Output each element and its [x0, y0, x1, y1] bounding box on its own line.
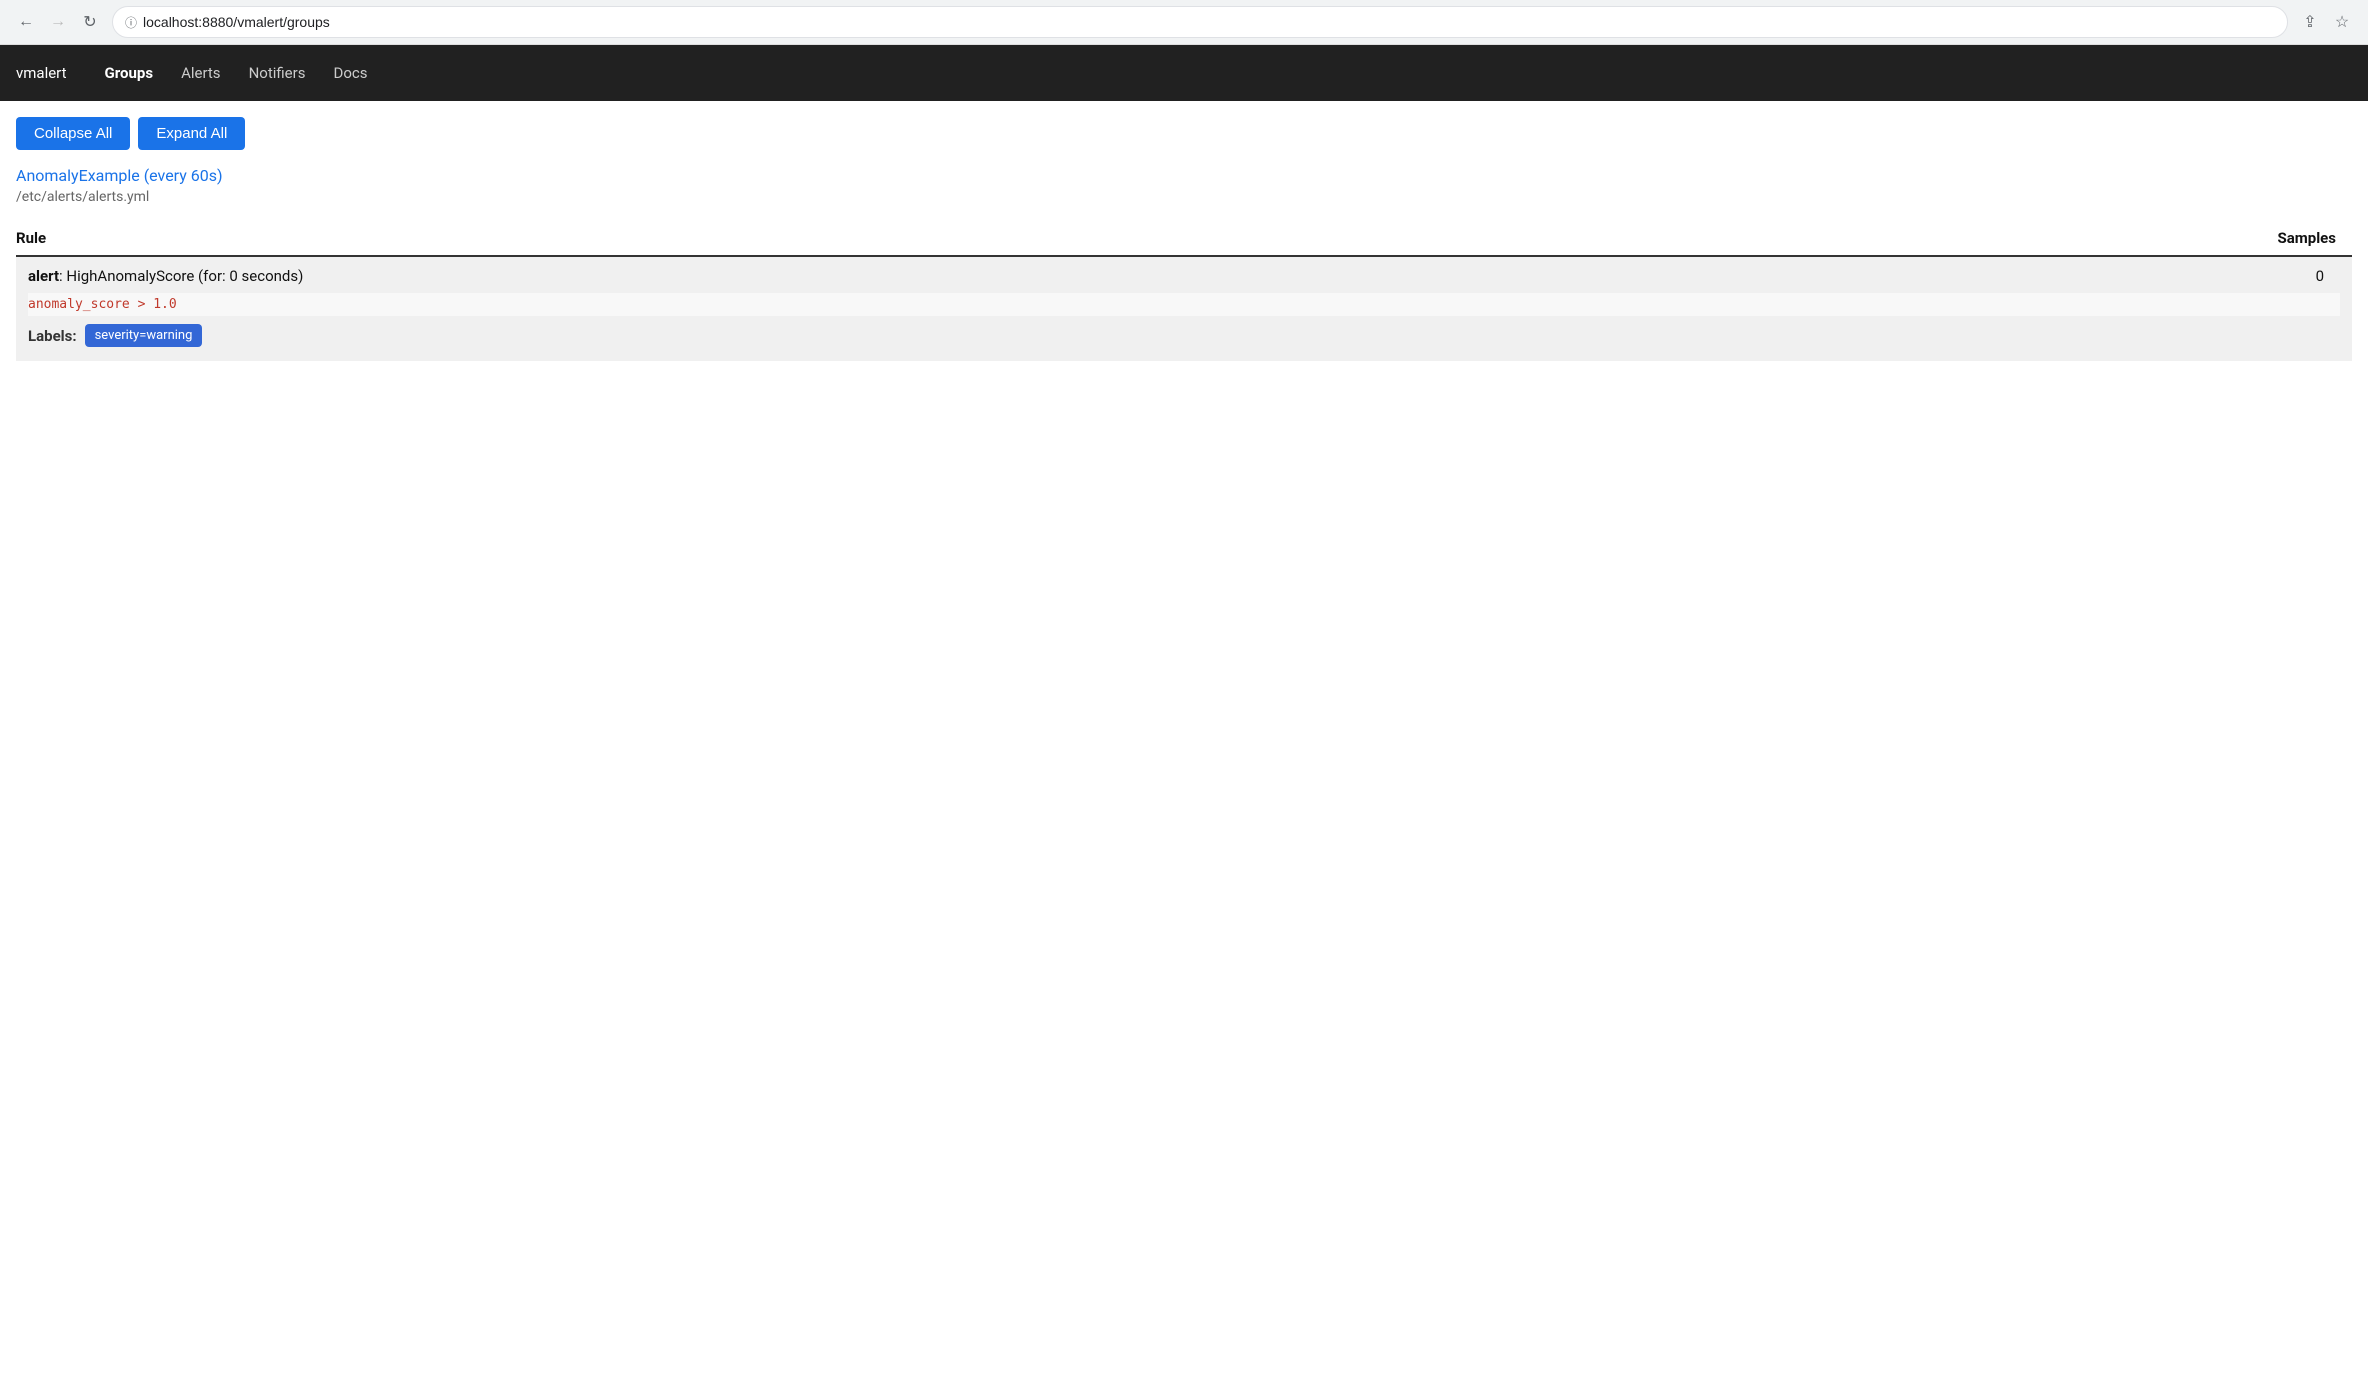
url-input[interactable] — [143, 14, 2275, 30]
rule-content: alert: HighAnomalyScore (for: 0 seconds)… — [16, 257, 2352, 361]
back-button[interactable]: ← — [12, 8, 40, 36]
forward-button[interactable]: → — [44, 8, 72, 36]
group-section: AnomalyExample (every 60s) /etc/alerts/a… — [16, 166, 2352, 361]
label-badge[interactable]: severity=warning — [85, 324, 203, 347]
reload-button[interactable]: ↻ — [76, 8, 104, 36]
rule-name-text: : HighAnomalyScore (for: 0 seconds) — [59, 267, 303, 285]
table-body: alert: HighAnomalyScore (for: 0 seconds)… — [16, 256, 2352, 361]
rule-samples: 0 — [2316, 267, 2340, 285]
table-header: Rule Samples — [16, 221, 2352, 256]
address-bar[interactable]: ⓘ — [112, 6, 2288, 38]
nav-links: Groups Alerts Notifiers Docs — [91, 56, 382, 90]
nav-link-groups[interactable]: Groups — [91, 56, 168, 90]
browser-chrome: ← → ↻ ⓘ ⇪ ☆ — [0, 0, 2368, 45]
group-file: /etc/alerts/alerts.yml — [16, 189, 2352, 205]
rule-footer: Labels: severity=warning — [28, 324, 2340, 347]
expand-all-button[interactable]: Expand All — [138, 117, 245, 150]
nav-link-notifiers[interactable]: Notifiers — [235, 56, 320, 90]
rule-header: alert: HighAnomalyScore (for: 0 seconds)… — [28, 267, 2340, 289]
collapse-all-button[interactable]: Collapse All — [16, 117, 130, 150]
share-button[interactable]: ⇪ — [2296, 8, 2324, 36]
browser-nav-buttons: ← → ↻ — [12, 8, 104, 36]
bookmark-button[interactable]: ☆ — [2328, 8, 2356, 36]
col-header-rule: Rule — [16, 221, 688, 256]
action-buttons: Collapse All Expand All — [16, 117, 2352, 150]
labels-prefix: Labels: — [28, 327, 77, 345]
browser-actions: ⇪ ☆ — [2296, 8, 2356, 36]
rule-type: alert — [28, 267, 59, 285]
nav-link-docs[interactable]: Docs — [319, 56, 381, 90]
group-link[interactable]: AnomalyExample (every 60s) — [16, 166, 2352, 185]
app-brand: vmalert — [16, 64, 67, 82]
main-content: Collapse All Expand All AnomalyExample (… — [0, 101, 2368, 377]
browser-toolbar: ← → ↻ ⓘ ⇪ ☆ — [0, 0, 2368, 44]
rule-body: anomaly_score > 1.0 — [28, 289, 2340, 324]
rules-table: Rule Samples alert: HighAnomalyScore (fo… — [16, 221, 2352, 361]
app-nav: vmalert Groups Alerts Notifiers Docs — [0, 45, 2368, 101]
table-row: alert: HighAnomalyScore (for: 0 seconds)… — [16, 256, 2352, 361]
col-header-samples: Samples — [688, 221, 2352, 256]
rule-name: alert: HighAnomalyScore (for: 0 seconds) — [28, 267, 303, 285]
rule-expression: anomaly_score > 1.0 — [28, 293, 2340, 316]
security-icon: ⓘ — [125, 14, 137, 31]
nav-link-alerts[interactable]: Alerts — [167, 56, 235, 90]
